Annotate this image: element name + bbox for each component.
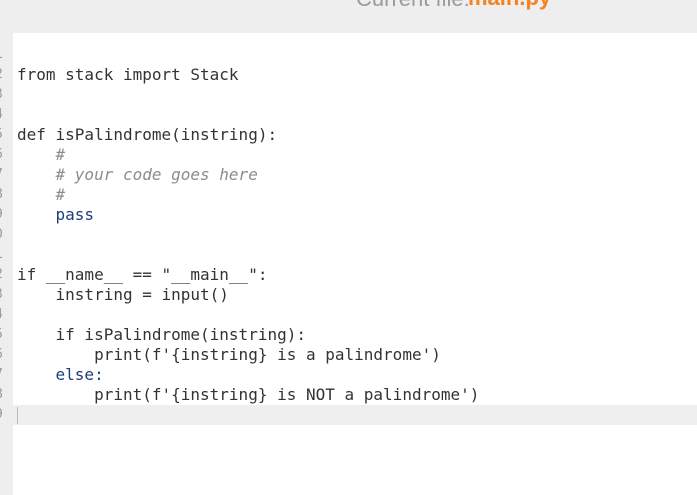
code-text: from stack import Stack xyxy=(17,65,239,84)
code-line: 4 xyxy=(0,305,697,325)
comment-text: # your code goes here xyxy=(17,165,258,184)
line-number: 5 xyxy=(0,125,9,145)
line-number: 4 xyxy=(0,305,9,325)
line-number: 9 xyxy=(0,205,9,225)
line-number: 3 xyxy=(0,285,9,305)
code-line: 5 def isPalindrome(instring): xyxy=(0,125,697,145)
code-text: pass xyxy=(17,205,95,224)
code-line: 1 xyxy=(0,245,697,265)
code-text: def isPalindrome(instring): xyxy=(17,125,278,144)
code-text: if __name__ == "__main__": xyxy=(17,265,268,284)
code-line: 6 # xyxy=(0,145,697,165)
line-number: 8 xyxy=(0,185,9,205)
line-number: 4 xyxy=(0,105,9,125)
file-header: Current file: main.py ▾ xyxy=(0,0,697,33)
line-number: 1 xyxy=(0,45,9,65)
code-line: 4 xyxy=(0,105,697,125)
current-file-label: Current file: xyxy=(356,0,470,12)
line-number: 3 xyxy=(0,85,9,105)
code-line: 2 from stack import Stack xyxy=(0,65,697,85)
code-text: instring = input() xyxy=(17,285,229,304)
text-cursor xyxy=(17,407,18,424)
line-number: 1 xyxy=(0,245,9,265)
code-line: 5 if isPalindrome(instring): xyxy=(0,325,697,345)
code-line: 2 if __name__ == "__main__": xyxy=(0,265,697,285)
code-line: 0 xyxy=(0,225,697,245)
code-line: 9 pass xyxy=(0,205,697,225)
comment-text: # xyxy=(17,185,66,204)
code-line-active: 9 xyxy=(0,405,697,425)
code-text: else: xyxy=(17,365,104,384)
line-number: 0 xyxy=(0,225,9,245)
line-number: 7 xyxy=(0,365,9,385)
code-line: 3 instring = input() xyxy=(0,285,697,305)
line-number: 9 xyxy=(0,405,9,425)
line-number: 2 xyxy=(0,65,9,85)
chevron-down-icon[interactable]: ▾ xyxy=(560,0,568,5)
code-line: 7 else: xyxy=(0,365,697,385)
code-line: 8 # xyxy=(0,185,697,205)
line-number: 5 xyxy=(0,325,9,345)
comment-text: # xyxy=(17,145,66,164)
line-number: 6 xyxy=(0,345,9,365)
code-line: 6 print(f'{instring} is a palindrome') xyxy=(0,345,697,365)
code-text: if isPalindrome(instring): xyxy=(17,325,306,344)
code-text: print(f'{instring} is NOT a palindrome') xyxy=(17,385,480,404)
code-line: 3 xyxy=(0,85,697,105)
current-file-select[interactable]: main.py xyxy=(468,0,551,11)
code-line: 8 print(f'{instring} is NOT a palindrome… xyxy=(0,385,697,405)
line-number: 7 xyxy=(0,165,9,185)
line-number: 8 xyxy=(0,385,9,405)
line-number: 6 xyxy=(0,145,9,165)
code-line: 1 xyxy=(0,45,697,65)
code-text: print(f'{instring} is a palindrome') xyxy=(17,345,441,364)
code-editor[interactable]: 1 2 from stack import Stack 3 4 5 def is… xyxy=(0,33,697,495)
line-number: 2 xyxy=(0,265,9,285)
code-line: 7 # your code goes here xyxy=(0,165,697,185)
